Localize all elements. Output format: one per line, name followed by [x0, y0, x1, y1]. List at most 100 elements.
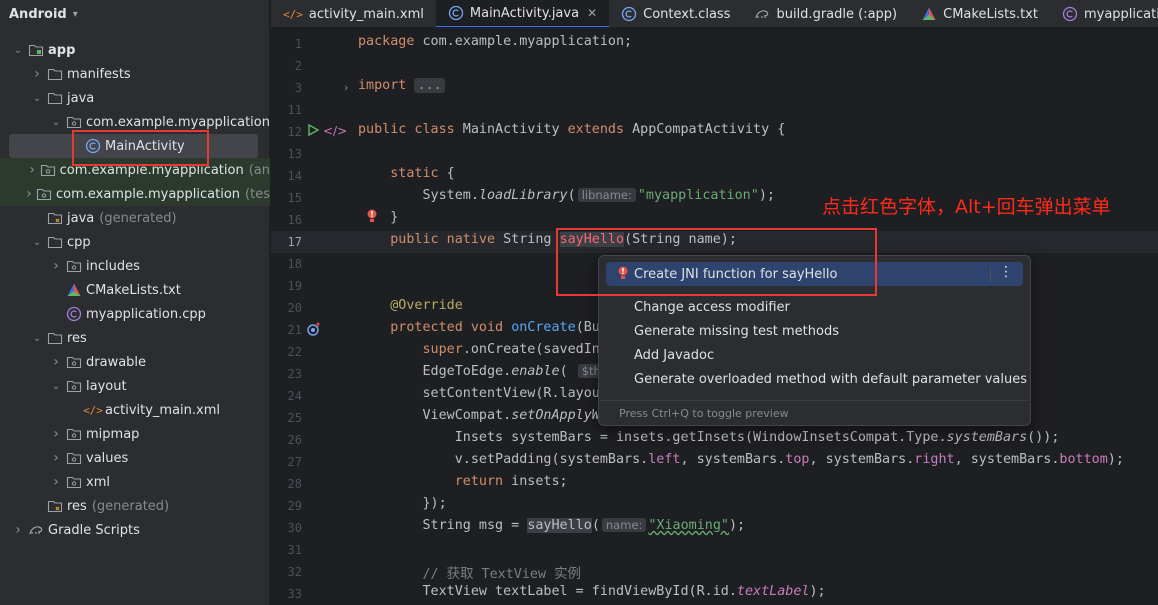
tab-myapplication-cpp[interactable]: myapplication.cpp: [1050, 0, 1158, 27]
tab-context-class[interactable]: Context.class: [609, 0, 742, 27]
line-number: 14: [287, 169, 302, 183]
tree-item[interactable]: ⌄ cpp: [0, 230, 270, 254]
tree-item[interactable]: java (generated): [0, 206, 270, 230]
create-jni-function-item[interactable]: Create JNI function for sayHello ⋮: [606, 262, 1023, 286]
popup-menu-item[interactable]: Add Javadoc: [599, 343, 1030, 367]
module-folder-icon: [28, 42, 44, 58]
line-number: 32: [287, 565, 302, 579]
tree-item-suffix: (generated): [99, 210, 177, 226]
chevron-right-icon[interactable]: ›: [50, 474, 62, 490]
code-line[interactable]: @Override: [358, 298, 463, 313]
chevron-down-icon[interactable]: ⌄: [12, 45, 24, 56]
code-line[interactable]: import ...: [358, 78, 445, 93]
override-icon[interactable]: [307, 322, 321, 340]
popup-menu-item[interactable]: Change access modifier: [599, 295, 1030, 319]
tree-item[interactable]: › manifests: [0, 62, 270, 86]
popup-item-label: Generate overloaded method with default …: [634, 371, 1027, 387]
chevron-right-icon[interactable]: ›: [26, 186, 32, 202]
folder-icon: [47, 66, 63, 82]
gradle-icon: [28, 522, 44, 538]
code-line[interactable]: // 获取 TextView 实例: [358, 562, 581, 582]
line-number: 25: [287, 411, 302, 425]
code-line[interactable]: v.setPadding(systemBars.left, systemBars…: [358, 452, 1124, 467]
popup-menu-item[interactable]: Generate overloaded method with default …: [599, 367, 1030, 391]
chevron-right-icon[interactable]: ›: [31, 66, 43, 82]
tree-item-label: com.example.myapplication: [55, 186, 241, 202]
code-line[interactable]: TextView textLabel = findViewById(R.id.t…: [358, 584, 825, 599]
chevron-right-icon[interactable]: ›: [50, 354, 62, 370]
close-icon[interactable]: ✕: [587, 6, 597, 20]
code-line[interactable]: public native String sayHello(String nam…: [358, 232, 737, 247]
chevron-right-icon[interactable]: ›: [29, 162, 36, 178]
project-view-selector[interactable]: Android ▾: [0, 0, 269, 28]
code-line[interactable]: static {: [358, 166, 455, 181]
chevron-right-icon[interactable]: ›: [12, 522, 24, 538]
tree-item-label: values: [86, 450, 129, 466]
tree-item[interactable]: res (generated): [0, 494, 270, 518]
code-line[interactable]: return insets;: [358, 474, 568, 489]
line-number: 29: [287, 499, 302, 513]
chevron-down-icon[interactable]: ⌄: [31, 237, 43, 248]
code-line[interactable]: public class MainActivity extends AppCom…: [358, 122, 785, 137]
tree-item[interactable]: ⌄ layout: [0, 374, 270, 398]
chevron-down-icon[interactable]: ⌄: [50, 381, 62, 392]
tree-item[interactable]: › com.example.myapplication (an: [0, 158, 270, 182]
tree-item[interactable]: CMakeLists.txt: [0, 278, 270, 302]
tree-item[interactable]: › com.example.myapplication (tes: [0, 182, 270, 206]
code-line[interactable]: System.loadLibrary(libname: "myapplicatio…: [358, 188, 775, 203]
code-line[interactable]: package com.example.myapplication;: [358, 34, 632, 49]
tree-item[interactable]: ⌄ app: [0, 38, 270, 62]
tab-build-gradle-app[interactable]: build.gradle (:app): [742, 0, 909, 27]
tree-item[interactable]: ⌄ res: [0, 326, 270, 350]
code-line[interactable]: setContentView(R.layou: [358, 386, 599, 401]
tab-label: CMakeLists.txt: [943, 6, 1038, 22]
more-options-icon[interactable]: ⋮: [999, 264, 1013, 280]
cmake-icon: [921, 6, 937, 22]
popup-item-label: Create JNI function for sayHello: [634, 266, 838, 282]
line-number: 13: [287, 147, 302, 161]
tab-cmakelists-txt[interactable]: CMakeLists.txt: [909, 0, 1050, 27]
chevron-right-icon[interactable]: ›: [50, 450, 62, 466]
package-icon: [40, 162, 56, 178]
tree-item[interactable]: › mipmap: [0, 422, 270, 446]
line-number: 12: [287, 125, 302, 139]
tree-item[interactable]: </> activity_main.xml: [0, 398, 270, 422]
tab-label: build.gradle (:app): [776, 6, 898, 22]
chevron-right-icon[interactable]: ›: [50, 426, 62, 442]
tree-item[interactable]: › xml: [0, 470, 270, 494]
generated-folder-icon: [47, 210, 63, 226]
code-line[interactable]: String msg = sayHello(name: "Xiaoming");: [358, 518, 745, 533]
tree-item[interactable]: › drawable: [0, 350, 270, 374]
tree-item[interactable]: › Gradle Scripts: [0, 518, 270, 542]
code-line[interactable]: protected void onCreate(Bu: [358, 320, 600, 335]
package-icon: [66, 354, 82, 370]
chevron-down-icon[interactable]: ⌄: [50, 117, 62, 128]
line-number: 27: [287, 455, 302, 469]
code-line[interactable]: }: [358, 210, 398, 225]
code-line[interactable]: });: [358, 496, 446, 511]
code-line[interactable]: super.onCreate(savedIn: [358, 342, 600, 357]
tab-mainactivity-java[interactable]: MainActivity.java ✕: [435, 0, 610, 27]
popup-menu-item[interactable]: Generate missing test methods: [599, 319, 1030, 343]
tree-item-label: xml: [86, 474, 110, 490]
folder-icon: [47, 234, 63, 250]
run-icon[interactable]: [307, 123, 320, 140]
tab-activity-main-xml[interactable]: </> activity_main.xml: [271, 0, 436, 27]
tree-item[interactable]: ⌄ java: [0, 86, 270, 110]
chevron-right-icon[interactable]: ›: [50, 258, 62, 274]
tree-item[interactable]: › values: [0, 446, 270, 470]
error-bulb-icon[interactable]: [366, 209, 378, 227]
layout-xml-icon[interactable]: </>: [323, 124, 347, 138]
generated-folder-icon: [47, 498, 63, 514]
gradle-icon: [754, 6, 770, 22]
chevron-down-icon[interactable]: ⌄: [31, 333, 43, 344]
tree-item[interactable]: ⌄ com.example.myapplication: [0, 110, 270, 134]
package-icon: [66, 114, 82, 130]
code-line[interactable]: Insets systemBars = insets.getInsets(Win…: [358, 430, 1060, 445]
tree-item[interactable]: myapplication.cpp: [0, 302, 270, 326]
chevron-down-icon[interactable]: ⌄: [31, 93, 43, 104]
code-line[interactable]: EdgeToEdge.enable( $this: [358, 364, 616, 379]
fold-arrow-icon[interactable]: ›: [344, 81, 348, 94]
tree-item[interactable]: › includes: [0, 254, 270, 278]
tree-item[interactable]: MainActivity: [0, 134, 270, 158]
